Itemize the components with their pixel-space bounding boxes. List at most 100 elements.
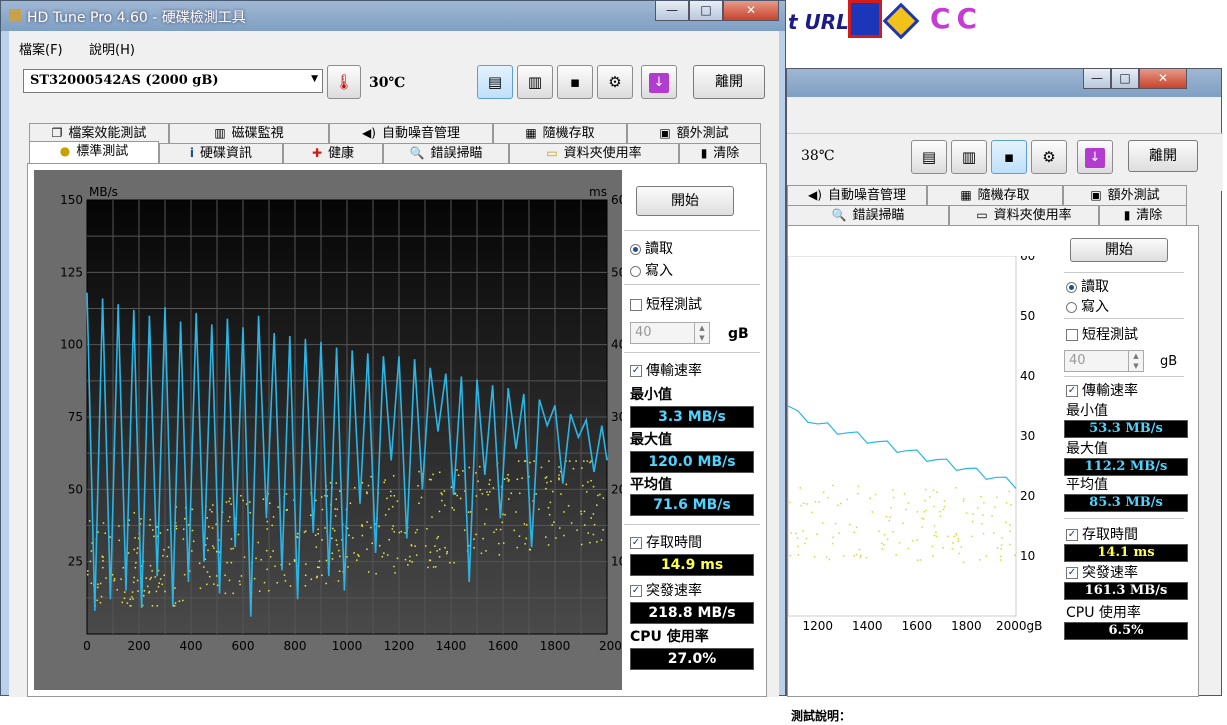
access-time-point [438,548,441,551]
back-access-time-point [869,497,871,500]
back-separator [1064,272,1184,273]
back-copy-text-button[interactable]: ▤ [911,140,947,174]
tab-erase[interactable]: ▮ 清除 [679,143,761,163]
lightbulb-icon: ● [59,144,71,158]
save-button[interactable]: ▪ [557,65,593,99]
back-download-button[interactable]: ↓ [1077,140,1113,174]
access-time-point [133,548,136,551]
access-time-point [602,529,604,531]
access-time-point [518,535,521,537]
back-burst-checkbox[interactable]: ✓ 突發速率 [1066,562,1138,582]
back-copy-image-button[interactable]: ▥ [951,140,987,174]
back-access-time-point [828,558,831,561]
tab-noise[interactable]: ◀) 自動噪音管理 [329,123,493,143]
back-minimize-button[interactable]: — [1083,69,1111,89]
folder-icon: ▭ [976,208,988,222]
back-access-time-point [935,535,938,538]
back-tab-erase[interactable]: ▮ 清除 [1099,205,1187,225]
access-time-point [97,583,99,586]
access-time-point [418,470,420,473]
tab-benchmark[interactable]: ● 標準測試 [29,141,159,163]
tab-disk-monitor[interactable]: ▥ 磁碟監視 [169,123,329,143]
back-maximize-button[interactable]: □ [1111,69,1139,89]
back-tab-error-scan[interactable]: 🔍 錯誤掃瞄 [787,205,949,225]
start-button[interactable]: 開始 [636,186,734,216]
back-write-radio[interactable]: 寫入 [1066,296,1109,316]
menu-help[interactable]: 說明(H) [89,39,135,58]
access-time-point [166,555,169,558]
back-tab-panel: ms10203040506012001400160018002000gB 開始 … [787,225,1199,697]
back-tab-folder-usage[interactable]: ▭ 資料夾使用率 [949,205,1099,225]
y-tick-label: 50 [68,482,83,496]
tab-extra-tests[interactable]: ▣ 額外測試 [627,123,761,143]
write-radio[interactable]: 寫入 [630,260,673,280]
back-short-test-spinner[interactable]: 40 ▲ ▼ [1064,350,1144,372]
back-access-time-point [855,553,858,556]
access-time-point [288,563,291,565]
back-short-test-checkbox[interactable]: 短程測試 [1066,324,1138,344]
maximize-button[interactable]: □ [689,1,723,21]
access-time-point [404,558,407,561]
access-time-point [348,534,350,537]
back-access-time-point [911,540,914,542]
access-time-point [101,555,104,558]
access-time-point [334,515,337,517]
access-time-point [519,492,521,495]
options-button[interactable]: ⚙ [597,65,633,99]
short-test-checkbox[interactable]: 短程測試 [630,294,702,314]
exit-button[interactable]: 離開 [693,65,765,99]
access-time-point [330,537,333,540]
short-test-spinner[interactable]: 40 ▲ ▼ [630,322,710,344]
back-start-button[interactable]: 開始 [1070,238,1168,262]
back-options-button[interactable]: ⚙ [1031,140,1067,174]
access-time-point [325,582,327,585]
download-button[interactable]: ↓ [641,65,677,99]
tab-health[interactable]: ✚ 健康 [283,143,383,163]
back-access-checkbox[interactable]: ✓ 存取時間 [1066,524,1138,544]
back-y2-tick-label: 40 [1020,369,1035,383]
access-time-point [147,585,149,588]
read-radio[interactable]: 讀取 [630,238,673,258]
back-exit-button[interactable]: 離開 [1128,140,1198,172]
back-access-time-point [1005,502,1008,504]
tab-error-scan[interactable]: 🔍 錯誤掃瞄 [383,143,509,163]
access-time-point [133,576,135,579]
back-save-button[interactable]: ▪ [991,140,1027,174]
back-access-time-point [942,508,945,511]
access-time-point [325,559,328,562]
back-access-time-point [806,503,808,505]
copy-text-button[interactable]: ▤ [477,65,513,99]
burst-rate-checkbox[interactable]: ✓ 突發速率 [630,580,702,600]
access-time-point [431,516,433,518]
tab-file-benchmark[interactable]: ❐ 檔案效能測試 [29,123,169,143]
transfer-rate-checkbox[interactable]: ✓ 傳輸速率 [630,360,702,380]
back-close-button[interactable]: ✕ [1139,69,1187,89]
access-time-point [446,550,448,553]
back-transfer-checkbox[interactable]: ✓ 傳輸速率 [1066,380,1138,400]
tab-random-access[interactable]: ▦ 隨機存取 [493,123,627,143]
back-tab-random[interactable]: ▦ 隨機存取 [927,185,1063,205]
back-tab-noise[interactable]: ◀) 自動噪音管理 [787,185,927,205]
drive-select[interactable]: ST32000542AS (2000 gB) ▼ [23,69,323,93]
tab-info[interactable]: i 硬碟資訊 [159,143,283,163]
back-read-radio[interactable]: 讀取 [1066,276,1109,296]
access-time-point [163,548,165,551]
access-time-point [404,532,406,534]
max-label: 最大值 [630,432,672,448]
back-x-tick-label: 1200 [802,619,833,633]
copy-image-button[interactable]: ▥ [517,65,553,99]
access-time-point [338,549,340,552]
access-time-point [440,492,442,494]
tab-folder-usage[interactable]: ▭ 資料夾使用率 [509,143,679,163]
temperature-button[interactable]: 🌡 [327,65,361,99]
access-time-point [366,492,368,495]
access-time-checkbox[interactable]: ✓ 存取時間 [630,532,702,552]
back-tab-extra[interactable]: ▣ 額外測試 [1063,185,1187,205]
close-button[interactable]: ✕ [723,1,779,21]
access-time-point [523,460,526,462]
menu-file[interactable]: 檔案(F) [19,39,63,58]
access-time-point [393,531,395,533]
access-time-point [563,534,565,537]
access-time-point [174,602,177,604]
minimize-button[interactable]: — [655,1,689,21]
